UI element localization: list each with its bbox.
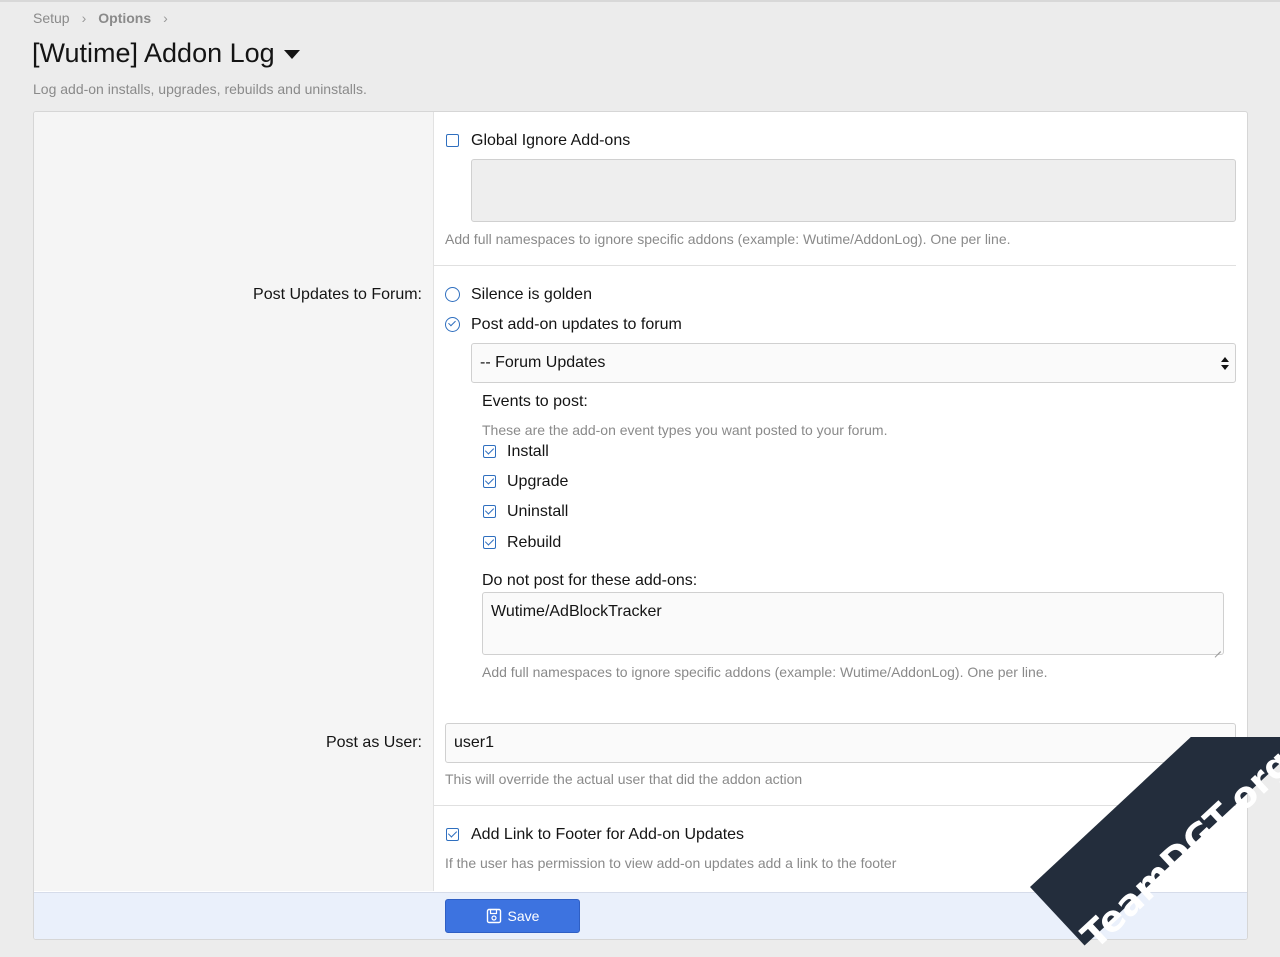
page-title[interactable]: [Wutime] Addon Log [32, 38, 300, 69]
post-updates-label: Post Updates to Forum: [253, 286, 422, 303]
silence-radio[interactable] [445, 287, 460, 302]
breadcrumb-separator: › [163, 10, 168, 26]
watermark: TeamDGT.org [1020, 737, 1280, 957]
forum-select-value: -- Forum Updates [480, 354, 606, 371]
footer-link-hint: If the user has permission to view add-o… [445, 855, 897, 871]
chevron-down-icon[interactable] [283, 50, 300, 59]
breadcrumb-options[interactable]: Options [98, 10, 151, 26]
events-hint: These are the add-on event types you wan… [482, 422, 888, 438]
global-ignore-checkbox[interactable] [446, 134, 459, 147]
post-as-user-value: user1 [454, 734, 495, 751]
post-updates-radio[interactable] [445, 317, 460, 332]
global-ignore-label[interactable]: Global Ignore Add-ons [471, 132, 630, 150]
ignore-addons-textarea[interactable]: Wutime/AdBlockTracker [482, 592, 1224, 655]
footer-link-label[interactable]: Add Link to Footer for Add-on Updates [471, 826, 744, 844]
global-ignore-hint: Add full namespaces to ignore specific a… [445, 231, 1011, 247]
breadcrumb-setup[interactable]: Setup [33, 10, 70, 26]
label-column: Post Updates to Forum: Post as User: [34, 112, 434, 891]
breadcrumb-separator: › [81, 10, 87, 26]
events-heading: Events to post: [482, 393, 588, 410]
top-border [0, 0, 1280, 2]
save-button[interactable]: Save [445, 899, 580, 933]
page-title-text: [Wutime] Addon Log [32, 38, 275, 68]
row-divider [434, 265, 1236, 266]
event-uninstall-label[interactable]: Uninstall [507, 503, 568, 521]
post-as-user-label: Post as User: [325, 734, 422, 751]
save-button-label: Save [507, 908, 540, 924]
silence-label[interactable]: Silence is golden [471, 286, 592, 304]
select-arrows-icon [1221, 357, 1229, 371]
post-updates-radio-label[interactable]: Post add-on updates to forum [471, 316, 682, 334]
event-upgrade-label[interactable]: Upgrade [507, 473, 568, 491]
ignore-addons-hint: Add full namespaces to ignore specific a… [482, 664, 1048, 680]
footer-link-checkbox[interactable] [446, 828, 459, 841]
event-rebuild-checkbox[interactable] [483, 536, 496, 549]
global-ignore-textarea[interactable] [471, 159, 1236, 222]
resize-handle-icon[interactable] [1213, 644, 1221, 652]
save-icon [486, 908, 501, 924]
post-as-user-hint: This will override the actual user that … [445, 771, 803, 787]
event-upgrade-checkbox[interactable] [483, 475, 496, 488]
forum-select[interactable]: -- Forum Updates [471, 343, 1236, 383]
ignore-addons-value: Wutime/AdBlockTracker [491, 603, 662, 620]
page-description: Log add-on installs, upgrades, rebuilds … [33, 81, 367, 97]
ignore-addons-heading: Do not post for these add-ons: [482, 572, 698, 589]
event-install-checkbox[interactable] [483, 445, 496, 458]
breadcrumb: Setup › Options › [33, 10, 180, 26]
event-rebuild-label[interactable]: Rebuild [507, 534, 561, 552]
event-uninstall-checkbox[interactable] [483, 505, 496, 518]
event-install-label[interactable]: Install [507, 443, 549, 461]
